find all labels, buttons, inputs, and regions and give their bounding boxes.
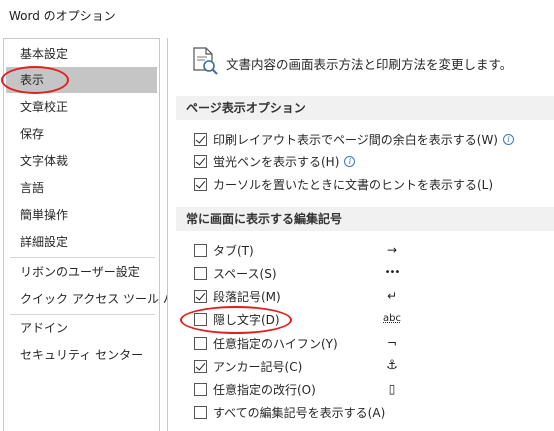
option-show-highlighter[interactable]: 蛍光ペンを表示する(H) i	[194, 151, 554, 171]
sidebar-divider	[10, 257, 155, 258]
sidebar-item-general[interactable]: 基本設定	[6, 41, 157, 67]
option-tab-characters[interactable]: タブ(T)	[194, 240, 554, 260]
option-show-tooltips[interactable]: カーソルを置いたときに文書のヒントを表示する(L)	[194, 174, 554, 194]
option-label: 任意指定の改行(O)	[213, 382, 316, 397]
checkbox-checked[interactable]	[194, 132, 207, 146]
sidebar-item-language[interactable]: 言語	[6, 175, 157, 201]
sidebar-item-quick-access-toolbar[interactable]: クイック アクセス ツール バー	[6, 286, 187, 312]
tab-mark-icon: →	[386, 243, 398, 257]
option-label: スペース(S)	[213, 266, 277, 281]
title-bar: Word のオプション	[0, 0, 554, 32]
anchor-mark-icon: ⚓	[386, 358, 398, 373]
sidebar-nav: 基本設定 表示 文章校正 保存 文字体裁 言語 簡単操作 詳細設定 リボンのユー…	[3, 38, 187, 431]
option-label: 段落記号(M)	[213, 289, 281, 304]
option-optional-hyphens[interactable]: 任意指定のハイフン(Y)	[194, 333, 554, 353]
option-paragraph-marks[interactable]: 段落記号(M)	[194, 286, 554, 306]
checkbox[interactable]	[194, 405, 207, 419]
section-heading-page-display: ページ表示オプション	[176, 96, 554, 120]
sidebar-item-addins[interactable]: アドイン	[6, 315, 157, 341]
sidebar-item-customize-ribbon[interactable]: リボンのユーザー設定	[6, 259, 157, 285]
optional-hyphen-mark-icon: ¬	[386, 336, 398, 350]
option-label: すべての編集記号を表示する(A)	[213, 405, 386, 420]
option-spaces[interactable]: スペース(S)	[194, 263, 554, 283]
checkbox[interactable]	[194, 266, 207, 280]
sidebar-item-typography[interactable]: 文字体裁	[6, 148, 157, 174]
option-label: アンカー記号(C)	[213, 359, 303, 374]
option-label: カーソルを置いたときに文書のヒントを表示する(L)	[213, 177, 494, 192]
section-heading-formatting-marks: 常に画面に表示する編集記号	[176, 207, 554, 231]
sidebar-item-trust-center[interactable]: セキュリティ センター	[6, 342, 157, 368]
sidebar-item-advanced[interactable]: 詳細設定	[6, 229, 157, 255]
sidebar-item-accessibility[interactable]: 簡単操作	[6, 202, 157, 228]
sidebar-item-save[interactable]: 保存	[6, 121, 157, 147]
checkbox[interactable]	[194, 312, 207, 326]
option-label: 任意指定のハイフン(Y)	[213, 336, 338, 351]
space-mark-icon: •••	[384, 267, 401, 278]
info-icon[interactable]: i	[344, 155, 356, 167]
info-icon[interactable]: i	[503, 133, 514, 145]
checkbox-checked[interactable]	[194, 177, 207, 191]
option-label: タブ(T)	[213, 243, 254, 258]
option-label: 蛍光ペンを表示する(H)	[213, 154, 340, 169]
header-description: 文書内容の画面表示方法と印刷方法を変更します。	[226, 57, 513, 72]
option-hidden-text[interactable]: 隠し文字(D)	[194, 309, 554, 329]
document-magnifier-icon	[193, 47, 218, 75]
checkbox[interactable]	[194, 382, 207, 396]
checkbox[interactable]	[194, 336, 207, 350]
window-title: Word のオプション	[9, 9, 116, 23]
checkbox-checked[interactable]	[194, 289, 207, 303]
checkbox-checked[interactable]	[194, 154, 207, 168]
paragraph-mark-icon: ↵	[386, 289, 398, 303]
checkbox[interactable]	[194, 243, 207, 257]
option-label: 印刷レイアウト表示でページ間の余白を表示する(W)	[213, 132, 498, 147]
checkbox-checked[interactable]	[194, 359, 207, 373]
sidebar-item-display[interactable]: 表示	[6, 67, 157, 93]
sidebar-item-proofing[interactable]: 文章校正	[6, 94, 157, 120]
option-object-anchors[interactable]: アンカー記号(C)	[194, 356, 554, 376]
option-label: 隠し文字(D)	[213, 312, 280, 327]
optional-break-mark-icon: ▯	[388, 382, 396, 396]
option-show-whitespace[interactable]: 印刷レイアウト表示でページ間の余白を表示する(W) i	[194, 129, 554, 149]
option-optional-breaks[interactable]: 任意指定の改行(O)	[194, 379, 554, 399]
hidden-text-mark-icon: abc	[383, 313, 401, 324]
option-show-all-marks[interactable]: すべての編集記号を表示する(A)	[194, 402, 554, 422]
